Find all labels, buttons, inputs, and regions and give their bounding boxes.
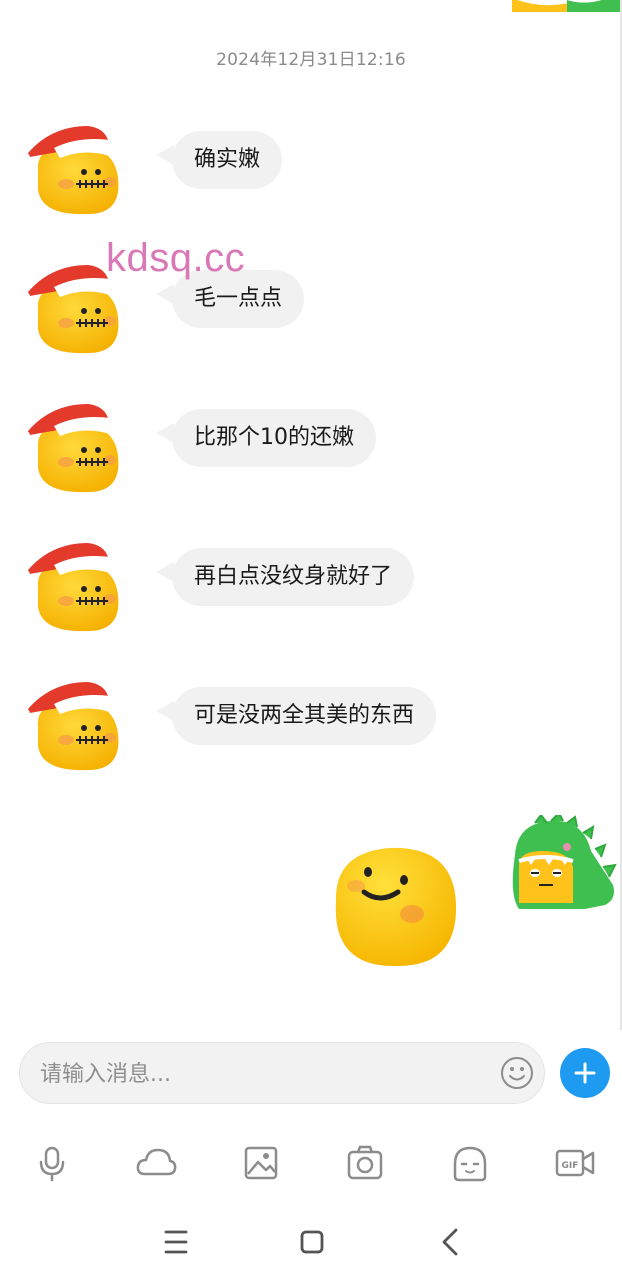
message-text: 再白点没纹身就好了 <box>172 548 415 606</box>
camera-button[interactable] <box>342 1140 388 1186</box>
chat-area[interactable]: 2024年12月31日12:16 确实嫩 毛一点点 比那个10的还嫩 再白点没纹… <box>0 0 622 1030</box>
santa-blob-avatar[interactable] <box>18 396 126 496</box>
smiling-blob-sticker[interactable] <box>328 842 463 972</box>
sticker-icon <box>453 1146 487 1182</box>
message-input-bar <box>19 1042 545 1105</box>
back-button[interactable] <box>426 1218 474 1266</box>
gif-button[interactable]: GIF <box>552 1140 598 1186</box>
sticker-button[interactable] <box>447 1140 493 1186</box>
voice-button[interactable] <box>29 1140 75 1186</box>
gif-icon: GIF <box>555 1149 595 1177</box>
cloud-button[interactable] <box>133 1140 179 1186</box>
menu-button[interactable] <box>152 1218 200 1266</box>
image-icon <box>244 1146 278 1180</box>
message-text: 比那个10的还嫩 <box>172 409 376 467</box>
message-row: 毛一点点 <box>0 257 622 367</box>
home-button[interactable] <box>288 1218 336 1266</box>
image-button[interactable] <box>238 1140 284 1186</box>
emoji-icon[interactable] <box>500 1056 534 1090</box>
plus-icon <box>574 1062 596 1084</box>
home-square-icon <box>300 1230 324 1254</box>
message-text: 确实嫩 <box>172 131 283 189</box>
partial-sticker-top <box>512 0 620 12</box>
santa-blob-avatar[interactable] <box>18 674 126 774</box>
camera-icon <box>347 1145 383 1180</box>
add-attachment-button[interactable] <box>560 1048 610 1098</box>
message-timestamp: 2024年12月31日12:16 <box>216 50 406 70</box>
santa-blob-avatar[interactable] <box>18 118 126 218</box>
microphone-icon <box>39 1146 65 1182</box>
message-text: 可是没两全其美的东西 <box>172 687 437 745</box>
system-navigation-bar <box>0 1218 622 1266</box>
svg-text:GIF: GIF <box>562 1161 579 1171</box>
message-row: 比那个10的还嫩 <box>0 396 622 506</box>
message-row: 可是没两全其美的东西 <box>0 674 622 784</box>
watermark: kdsq.cc <box>106 236 246 280</box>
santa-blob-avatar[interactable] <box>18 535 126 635</box>
message-input[interactable] <box>38 1043 482 1105</box>
chevron-left-icon <box>442 1228 458 1256</box>
menu-icon <box>164 1230 188 1254</box>
message-row: 确实嫩 <box>0 118 622 228</box>
message-row: 再白点没纹身就好了 <box>0 535 622 645</box>
input-toolbar: GIF <box>0 1140 622 1186</box>
dinosaur-blob-avatar[interactable] <box>505 815 617 915</box>
cloud-icon <box>136 1148 177 1176</box>
